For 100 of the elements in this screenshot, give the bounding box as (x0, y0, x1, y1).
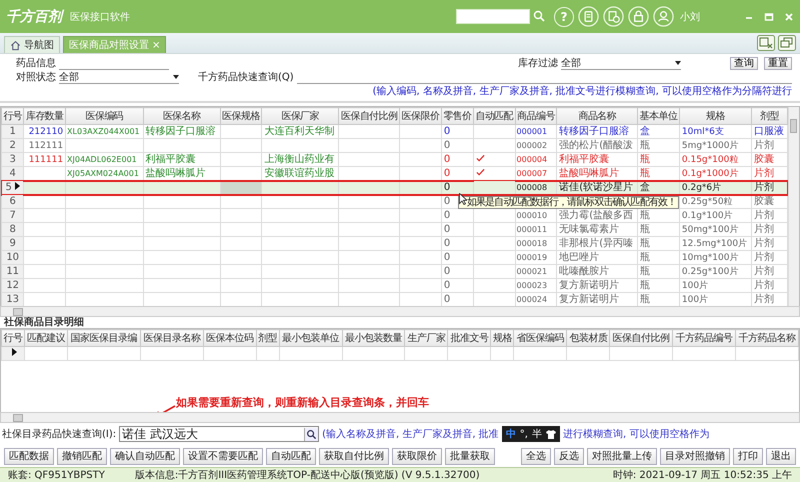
app-title: 医保接口软件 (70, 10, 130, 24)
row-number: 3 (2, 152, 24, 166)
horizontal-scrollbar[interactable] (0, 412, 800, 423)
column-header[interactable]: 剂型 (751, 108, 788, 124)
column-header[interactable]: 商品编号 (515, 108, 557, 124)
home-icon (10, 40, 21, 50)
search-hint: (输入名称及拼音, 生产厂家及拼音, 批准 (322, 428, 499, 441)
action-button[interactable]: 匹配数据 (4, 448, 54, 464)
column-header[interactable]: 行号 (2, 330, 25, 346)
action-button[interactable]: 反选 (554, 448, 584, 464)
column-header[interactable]: 批准文号 (448, 330, 491, 346)
punctuation-mode[interactable]: °, (520, 428, 528, 440)
row-number: 10 (2, 250, 24, 264)
table-cell: 000019 (515, 250, 557, 264)
width-mode[interactable]: 半 (532, 427, 542, 441)
column-header[interactable]: 国家医保目录编 (68, 330, 140, 346)
column-header[interactable]: 自动匹配 (473, 108, 516, 124)
column-header[interactable]: 医保自付比例 (338, 108, 400, 124)
column-header[interactable]: 行号 (2, 108, 24, 124)
column-header[interactable]: 零售价 (441, 108, 474, 124)
column-header[interactable]: 基本单位 (638, 108, 680, 124)
clock: 时钟: 2021-09-17 周五 10:52:35 上午 (612, 468, 792, 482)
table-cell: 瓶 (638, 236, 680, 250)
table-cell: 000001 (515, 124, 557, 138)
tab[interactable]: 导航图 (4, 36, 60, 53)
vertical-scrollbar[interactable] (788, 107, 799, 306)
column-header[interactable]: 医保名称 (143, 108, 220, 124)
column-header[interactable]: 千方药品编号 (672, 330, 736, 346)
logo: 千方百剂 (6, 8, 62, 26)
input-method-bar[interactable]: 中 °, 半 (502, 426, 560, 442)
column-header[interactable]: 医保厂家 (262, 108, 339, 124)
search-icon[interactable] (304, 428, 318, 440)
search-icon (533, 10, 545, 22)
action-button[interactable]: 确认自动匹配 (110, 448, 180, 464)
column-header[interactable]: 省医保编码 (514, 330, 567, 346)
action-button[interactable]: 打印 (733, 448, 763, 464)
table-cell: 0.2g*6片 (679, 180, 752, 194)
column-header[interactable]: 医保目录名称 (140, 330, 204, 346)
table-cell: 0.25g*50粒 (679, 194, 752, 208)
field-label: 社保目录药品快速查询(I): (2, 428, 116, 441)
restore-window-icon[interactable] (778, 35, 796, 51)
column-header[interactable]: 最小包装数量 (342, 330, 405, 346)
export-icon[interactable] (757, 35, 775, 51)
column-header[interactable]: 医保本位码 (203, 330, 256, 346)
maximize-icon[interactable] (764, 12, 774, 22)
table-cell: 大连百利天华制 (262, 124, 339, 138)
query-button[interactable]: 重置 (764, 57, 792, 70)
row-number: 8 (2, 222, 24, 236)
table-cell: 瓶 (638, 208, 680, 222)
column-header[interactable]: 剂型 (256, 330, 280, 346)
action-button[interactable]: 获取限价 (392, 448, 442, 464)
column-header[interactable]: 库存数量 (24, 108, 66, 124)
table-cell: 111111 (24, 152, 66, 166)
clipboard-icon[interactable] (578, 6, 599, 27)
action-button[interactable]: 目录对照撤销 (660, 448, 730, 464)
table-cell: 0.15g*100粒 (679, 152, 752, 166)
column-header[interactable]: 包装材质 (566, 330, 610, 346)
table-cell: 0 (441, 222, 474, 236)
column-header[interactable]: 规格 (679, 108, 752, 124)
user-icon[interactable] (653, 6, 674, 27)
table-cell: 50mg*100片 (679, 222, 752, 236)
table-cell: 12.5mg*100片 (679, 236, 752, 250)
table-cell: 盐酸吗啉胍片 (143, 166, 220, 180)
table-cell: 瓶 (638, 152, 680, 166)
action-button[interactable]: 全选 (521, 448, 551, 464)
column-header[interactable]: 医保规格 (220, 108, 262, 124)
table-cell: 000002 (515, 138, 557, 152)
table-cell: 5mg*1000片 (679, 138, 752, 152)
action-button[interactable]: 获取自付比例 (319, 448, 389, 464)
catalog-search-field[interactable]: 诺佳 武汉远大 (119, 426, 320, 442)
column-header[interactable]: 匹配建议 (24, 330, 68, 346)
column-header[interactable]: 最小包装单位 (279, 330, 342, 346)
close-icon[interactable] (784, 12, 794, 22)
table-cell: 000010 (515, 208, 557, 222)
query-button[interactable]: 查询 (730, 57, 758, 70)
row-number: 4 (2, 166, 24, 180)
shirt-icon[interactable] (546, 430, 556, 438)
lock-icon[interactable] (628, 6, 649, 27)
row-number: 9 (2, 236, 24, 250)
action-button[interactable]: 退出 (766, 448, 796, 464)
status-dropdown[interactable]: 全部 (59, 71, 179, 84)
action-button[interactable]: 批量获取 (445, 448, 495, 464)
stock-filter-dropdown[interactable]: 全部 (561, 57, 681, 70)
action-button[interactable]: 撤销匹配 (57, 448, 107, 464)
input-mode[interactable]: 中 (506, 427, 516, 441)
table-cell: 0 (441, 250, 474, 264)
action-button[interactable]: 自动匹配 (266, 448, 316, 464)
action-button[interactable]: 对照批量上传 (587, 448, 657, 464)
row-pointer-icon (14, 182, 20, 190)
action-button[interactable]: 设置不需要匹配 (183, 448, 263, 464)
caret-icon (173, 75, 179, 79)
column-header[interactable]: 医保编码 (66, 108, 144, 124)
column-header[interactable]: 医保限价 (400, 108, 442, 124)
column-header[interactable]: 生产厂家 (404, 330, 448, 346)
document-clock-icon[interactable] (603, 6, 624, 27)
horizontal-scrollbar[interactable] (0, 306, 800, 317)
column-header[interactable]: 规格 (490, 330, 514, 346)
column-header[interactable]: 医保自付比例 (610, 330, 673, 346)
column-header[interactable]: 千方药品名称 (736, 330, 798, 346)
column-header[interactable]: 商品名称 (556, 108, 638, 124)
